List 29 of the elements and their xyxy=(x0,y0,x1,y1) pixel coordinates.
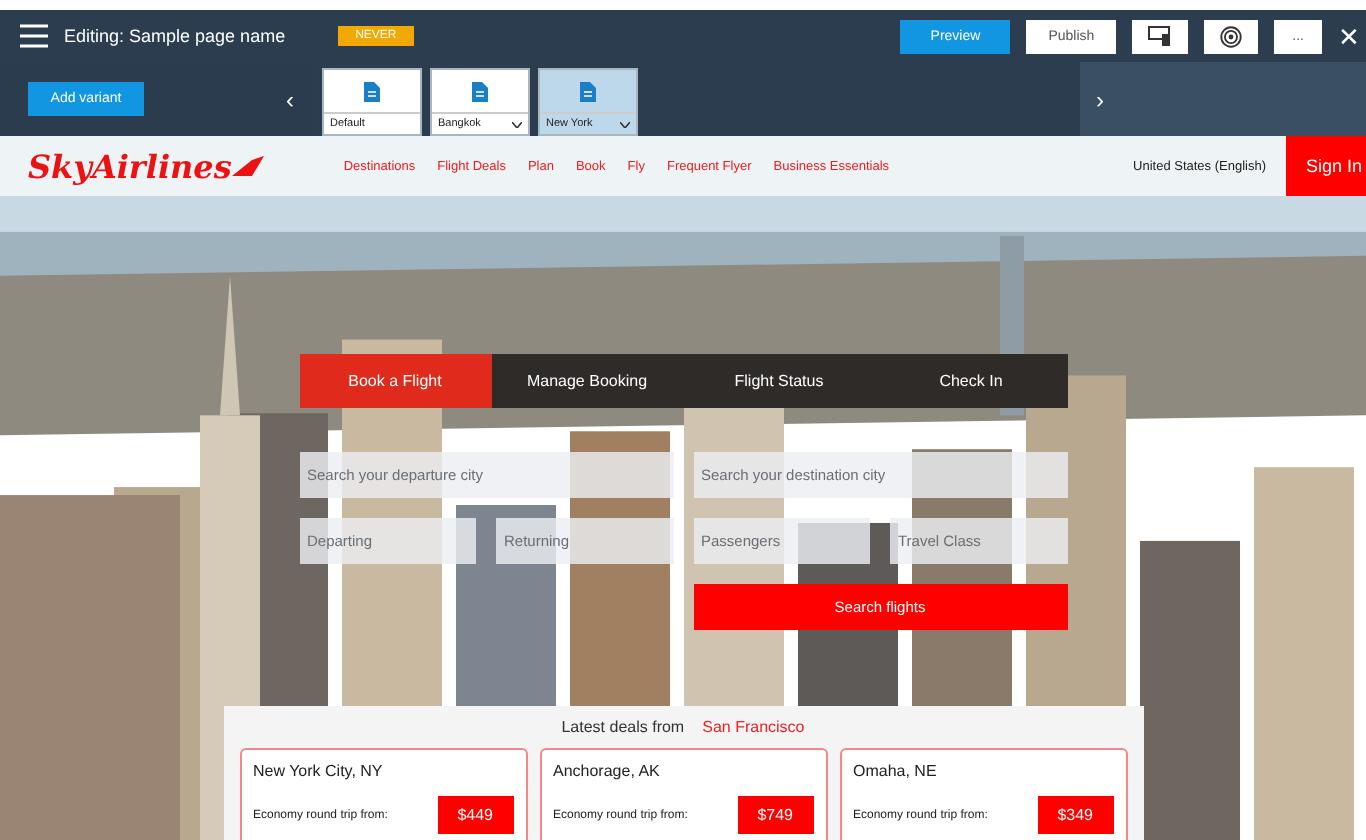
price-tag: $449 xyxy=(437,796,513,834)
booking-tab[interactable]: Manage Booking xyxy=(491,354,683,408)
destination-city: New York City, NY xyxy=(253,762,385,780)
price-tag: $349 xyxy=(1037,796,1113,834)
origin-city-link[interactable]: San Francisco xyxy=(702,718,805,736)
plane-tail-icon xyxy=(231,156,264,176)
booking-tab[interactable]: Check In xyxy=(875,354,1067,408)
logo[interactable]: SkyAirlines xyxy=(28,147,232,185)
sign-in-button[interactable]: Sign In xyxy=(1286,136,1366,196)
next-arrow[interactable]: › xyxy=(1080,85,1120,113)
monitor-icon xyxy=(1148,26,1173,46)
document-icon xyxy=(472,81,488,101)
deals-heading: Latest deals from xyxy=(561,718,685,736)
menu-icon[interactable] xyxy=(20,24,48,48)
target-button[interactable] xyxy=(1204,19,1259,53)
booking-tab[interactable]: Flight Status xyxy=(683,354,875,408)
device-preview-button[interactable] xyxy=(1132,19,1189,53)
target-icon xyxy=(1220,25,1243,47)
destination-city: Omaha, NE xyxy=(853,762,939,780)
booking-tab[interactable]: Book a Flight xyxy=(299,354,491,408)
page-title: Editing: Sample page name xyxy=(64,26,286,46)
previous-arrow[interactable]: ‹ xyxy=(270,85,310,113)
caret-icon[interactable] xyxy=(620,121,630,127)
destination-city: Anchorage, AK xyxy=(553,762,662,780)
document-icon xyxy=(364,81,380,101)
close-icon[interactable]: ✕ xyxy=(1338,21,1366,51)
caret-icon[interactable] xyxy=(512,121,522,127)
document-icon xyxy=(580,81,596,101)
price-tag: $749 xyxy=(737,796,813,834)
